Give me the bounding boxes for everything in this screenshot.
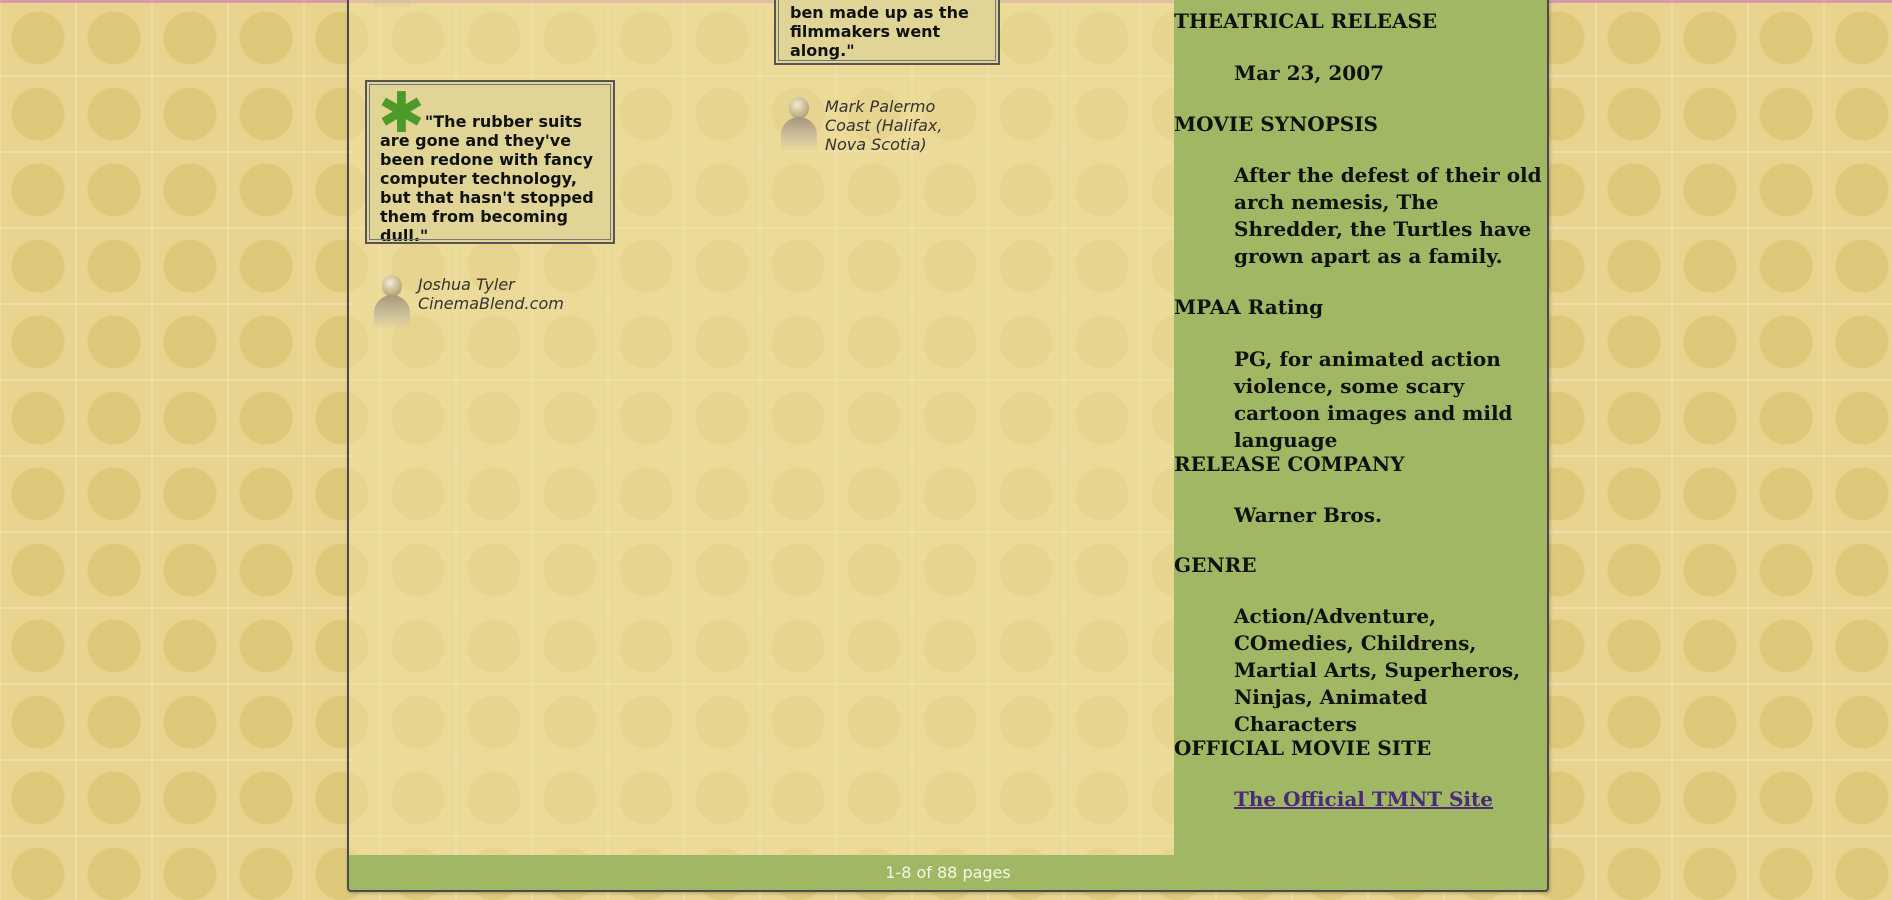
page-frame xyxy=(347,0,1549,892)
